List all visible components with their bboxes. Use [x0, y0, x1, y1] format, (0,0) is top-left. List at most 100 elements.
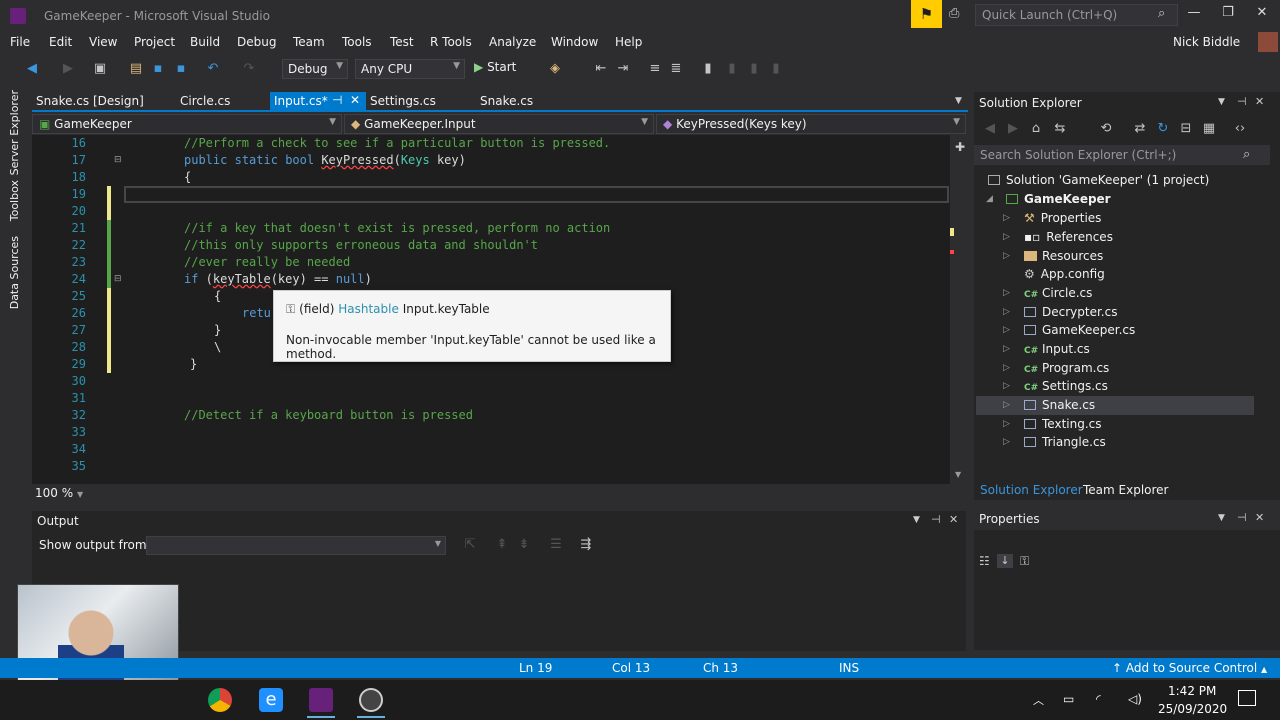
search-icon[interactable]: ⌕	[1243, 147, 1250, 162]
home-icon[interactable]: ⌂	[1028, 121, 1044, 137]
zoom-level[interactable]: 100 % ▼	[35, 486, 83, 500]
view-code-icon[interactable]: ‹›	[1232, 121, 1248, 137]
tray-device-icon[interactable]: ▭	[1063, 692, 1074, 706]
tree-item-decrypter[interactable]: Decrypter.cs	[1024, 303, 1117, 322]
search-icon[interactable]: ⌕	[1158, 6, 1165, 21]
tree-item-circle[interactable]: C# Circle.cs	[1024, 284, 1092, 303]
pin-icon[interactable]: ⊣	[1237, 95, 1247, 108]
save-icon[interactable]: ▪	[150, 61, 166, 77]
collapsed-arrow-icon[interactable]: ▷	[1003, 433, 1010, 452]
collapse-region-icon[interactable]: ⊟	[114, 155, 122, 165]
menu-tools[interactable]: Tools	[342, 35, 372, 49]
chevron-down-icon[interactable]: ▼	[1218, 97, 1225, 107]
internet-explorer-icon[interactable]: e	[259, 688, 283, 712]
avatar[interactable]	[1258, 32, 1278, 52]
collapsed-arrow-icon[interactable]: ▷	[1003, 209, 1010, 228]
data-sources-tab[interactable]: Data Sources	[8, 236, 21, 309]
toolbox-tab[interactable]: Toolbox	[8, 180, 21, 221]
next-message-icon[interactable]: ⇟	[516, 537, 532, 553]
maximize-button[interactable]: ❐	[1218, 5, 1238, 20]
expanded-arrow-icon[interactable]: ◢	[986, 190, 993, 209]
word-wrap-icon[interactable]: ⇶	[578, 537, 594, 553]
uncomment-icon[interactable]: ≣	[668, 61, 684, 77]
user-name[interactable]: Nick Biddle	[1173, 35, 1240, 49]
comment-icon[interactable]: ≡	[647, 61, 663, 77]
show-all-files-icon[interactable]: ▦	[1201, 121, 1217, 137]
collapsed-arrow-icon[interactable]: ▷	[1003, 247, 1010, 266]
collapsed-arrow-icon[interactable]: ▷	[1003, 284, 1010, 303]
tree-item-properties[interactable]: ⚒ Properties	[1024, 209, 1101, 228]
add-to-source-control-button[interactable]: ↑ Add to Source Control ▲	[1112, 661, 1267, 675]
tab-circle[interactable]: Circle.cs	[176, 92, 234, 111]
bookmark-prev-icon[interactable]: ▮	[724, 61, 740, 77]
tab-snake[interactable]: Snake.cs	[476, 92, 537, 111]
tree-item-input[interactable]: C# Input.cs	[1024, 340, 1090, 359]
close-icon[interactable]: ✕	[949, 513, 958, 526]
wifi-icon[interactable]: ◜	[1096, 692, 1101, 706]
collapsed-arrow-icon[interactable]: ▷	[1003, 415, 1010, 434]
collapse-all-icon[interactable]: ⊟	[1178, 121, 1194, 137]
tree-item-program[interactable]: C# Program.cs	[1024, 359, 1109, 378]
tree-item-gamekeeper[interactable]: GameKeeper.cs	[1024, 321, 1135, 340]
alphabetical-icon[interactable]: ↓	[997, 554, 1013, 568]
menu-file[interactable]: File	[10, 35, 30, 49]
menu-team[interactable]: Team	[293, 35, 325, 49]
browser-link-icon[interactable]: ◈	[547, 61, 563, 77]
project-navigation-select[interactable]: ▣ GameKeeper ▼	[32, 114, 342, 134]
categorized-icon[interactable]: ☷	[979, 554, 993, 568]
tree-item-snake[interactable]: Snake.cs	[1024, 396, 1095, 415]
menu-window[interactable]: Window	[551, 35, 598, 49]
collapsed-arrow-icon[interactable]: ▷	[1003, 377, 1010, 396]
tree-item-resources[interactable]: Resources	[1024, 247, 1103, 266]
tab-snake-design[interactable]: Snake.cs [Design]	[32, 92, 148, 111]
menu-help[interactable]: Help	[615, 35, 642, 49]
close-window-button[interactable]: ✕	[1252, 5, 1272, 20]
solution-config-icon[interactable]: ⇥	[615, 61, 631, 77]
project-node[interactable]: GameKeeper	[1006, 190, 1111, 209]
tray-chevron-up-icon[interactable]: ︿	[1033, 692, 1044, 708]
quick-launch-input[interactable]: Quick Launch (Ctrl+Q)	[975, 4, 1178, 26]
close-icon[interactable]: ✕	[1255, 95, 1264, 108]
platform-select[interactable]: Any CPU ▼	[355, 59, 465, 79]
split-editor-icon[interactable]: ✚	[955, 140, 965, 154]
undo-icon[interactable]: ↶	[205, 61, 221, 77]
forward-icon[interactable]: ▶	[60, 61, 76, 77]
solution-node[interactable]: Solution 'GameKeeper' (1 project)	[988, 171, 1209, 190]
scroll-down-icon[interactable]: ▼	[955, 470, 961, 479]
collapsed-arrow-icon[interactable]: ▷	[1003, 396, 1010, 415]
find-message-icon[interactable]: ⇱	[462, 537, 478, 553]
collapsed-arrow-icon[interactable]: ▷	[1003, 303, 1010, 322]
menu-edit[interactable]: Edit	[49, 35, 72, 49]
forward-icon[interactable]: ▶	[1005, 121, 1021, 137]
tab-input[interactable]: Input.cs* ⊣ ✕	[270, 92, 366, 111]
bookmark-clear-icon[interactable]: ▮	[768, 61, 784, 77]
redo-icon[interactable]: ↷	[241, 61, 257, 77]
start-button[interactable]: ▶ Start	[474, 60, 516, 74]
pin-icon[interactable]: ⊣	[332, 93, 342, 107]
chrome-icon[interactable]	[208, 688, 232, 712]
menu-analyze[interactable]: Analyze	[489, 35, 536, 49]
close-icon[interactable]: ✕	[1255, 511, 1264, 524]
chevron-down-icon[interactable]: ▼	[913, 515, 920, 525]
pin-icon[interactable]: ⊣	[1237, 511, 1247, 524]
sync-icon[interactable]: ⇄	[1132, 121, 1148, 137]
menu-debug[interactable]: Debug	[237, 35, 276, 49]
collapsed-arrow-icon[interactable]: ▷	[1003, 359, 1010, 378]
volume-icon[interactable]: ◁)	[1128, 692, 1142, 706]
chevron-down-icon[interactable]: ▼	[1218, 513, 1225, 523]
configuration-select[interactable]: Debug ▼	[282, 59, 348, 79]
tab-solution-explorer[interactable]: Solution Explorer	[980, 483, 1083, 497]
notifications-flag-icon[interactable]: ⚑	[911, 0, 942, 28]
menu-build[interactable]: Build	[190, 35, 220, 49]
property-pages-icon[interactable]: ⚿	[1020, 554, 1029, 569]
switch-views-icon[interactable]: ⇆	[1052, 121, 1068, 137]
history-icon[interactable]: ⟲	[1098, 121, 1114, 137]
refresh-icon[interactable]: ↻	[1155, 121, 1171, 137]
menu-project[interactable]: Project	[134, 35, 175, 49]
collapsed-arrow-icon[interactable]: ▷	[1003, 321, 1010, 340]
tab-list-dropdown-icon[interactable]: ▼	[955, 96, 962, 106]
clear-all-icon[interactable]: ☰	[548, 537, 564, 553]
obs-icon[interactable]	[359, 688, 383, 712]
pin-icon[interactable]: ⊣	[931, 513, 941, 526]
member-navigation-select[interactable]: ◆ KeyPressed(Keys key) ▼	[656, 114, 966, 134]
